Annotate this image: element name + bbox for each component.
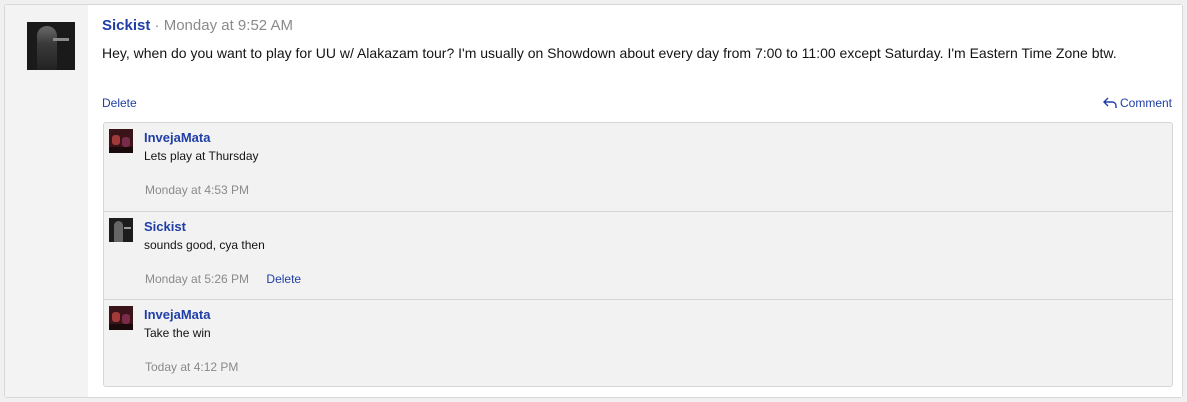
commenter-avatar[interactable]: [109, 306, 133, 330]
reply-arrow-icon: [1102, 97, 1117, 108]
commenter-avatar[interactable]: [109, 129, 133, 153]
commenter-name-link[interactable]: Sickist: [144, 219, 186, 234]
post-actions: Delete: [102, 96, 137, 110]
comment-footer: Monday at 4:53 PM: [145, 183, 249, 197]
post-header: Sickist · Monday at 9:52 AM: [102, 17, 293, 34]
comment-button[interactable]: Comment: [1102, 96, 1172, 110]
delete-post-button[interactable]: Delete: [102, 96, 137, 110]
comment-timestamp[interactable]: Today at 4:12 PM: [145, 360, 238, 374]
comment-timestamp[interactable]: Monday at 4:53 PM: [145, 183, 249, 197]
comment-list: InvejaMata Lets play at Thursday Monday …: [103, 122, 1173, 387]
post-separator: ·: [154, 17, 160, 34]
comment-footer: Today at 4:12 PM: [145, 360, 238, 374]
author-avatar[interactable]: [27, 22, 75, 70]
profile-post: Sickist · Monday at 9:52 AM Hey, when do…: [88, 5, 1182, 397]
commenter-avatar[interactable]: [109, 218, 133, 242]
comment-message: Take the win: [144, 326, 211, 340]
commenter-name-link[interactable]: InvejaMata: [144, 307, 210, 322]
comment-item: InvejaMata Lets play at Thursday Monday …: [104, 123, 1172, 211]
post-timestamp[interactable]: Monday at 9:52 AM: [164, 17, 293, 34]
avatar-column: [5, 5, 88, 397]
post-author-link[interactable]: Sickist: [102, 17, 150, 34]
comment-item: Sickist sounds good, cya then Monday at …: [104, 211, 1172, 299]
comment-footer: Monday at 5:26 PM Delete: [145, 272, 301, 286]
comment-timestamp[interactable]: Monday at 5:26 PM: [145, 272, 249, 286]
avatar-figure: [37, 26, 57, 70]
delete-comment-button[interactable]: Delete: [266, 272, 301, 286]
comment-label: Comment: [1119, 96, 1172, 110]
comment-message: Lets play at Thursday: [144, 149, 259, 163]
comment-message: sounds good, cya then: [144, 238, 265, 252]
post-message: Hey, when do you want to play for UU w/ …: [102, 45, 1117, 61]
comment-item: InvejaMata Take the win Today at 4:12 PM: [104, 299, 1172, 387]
avatar-caption: [53, 38, 69, 41]
commenter-name-link[interactable]: InvejaMata: [144, 130, 210, 145]
